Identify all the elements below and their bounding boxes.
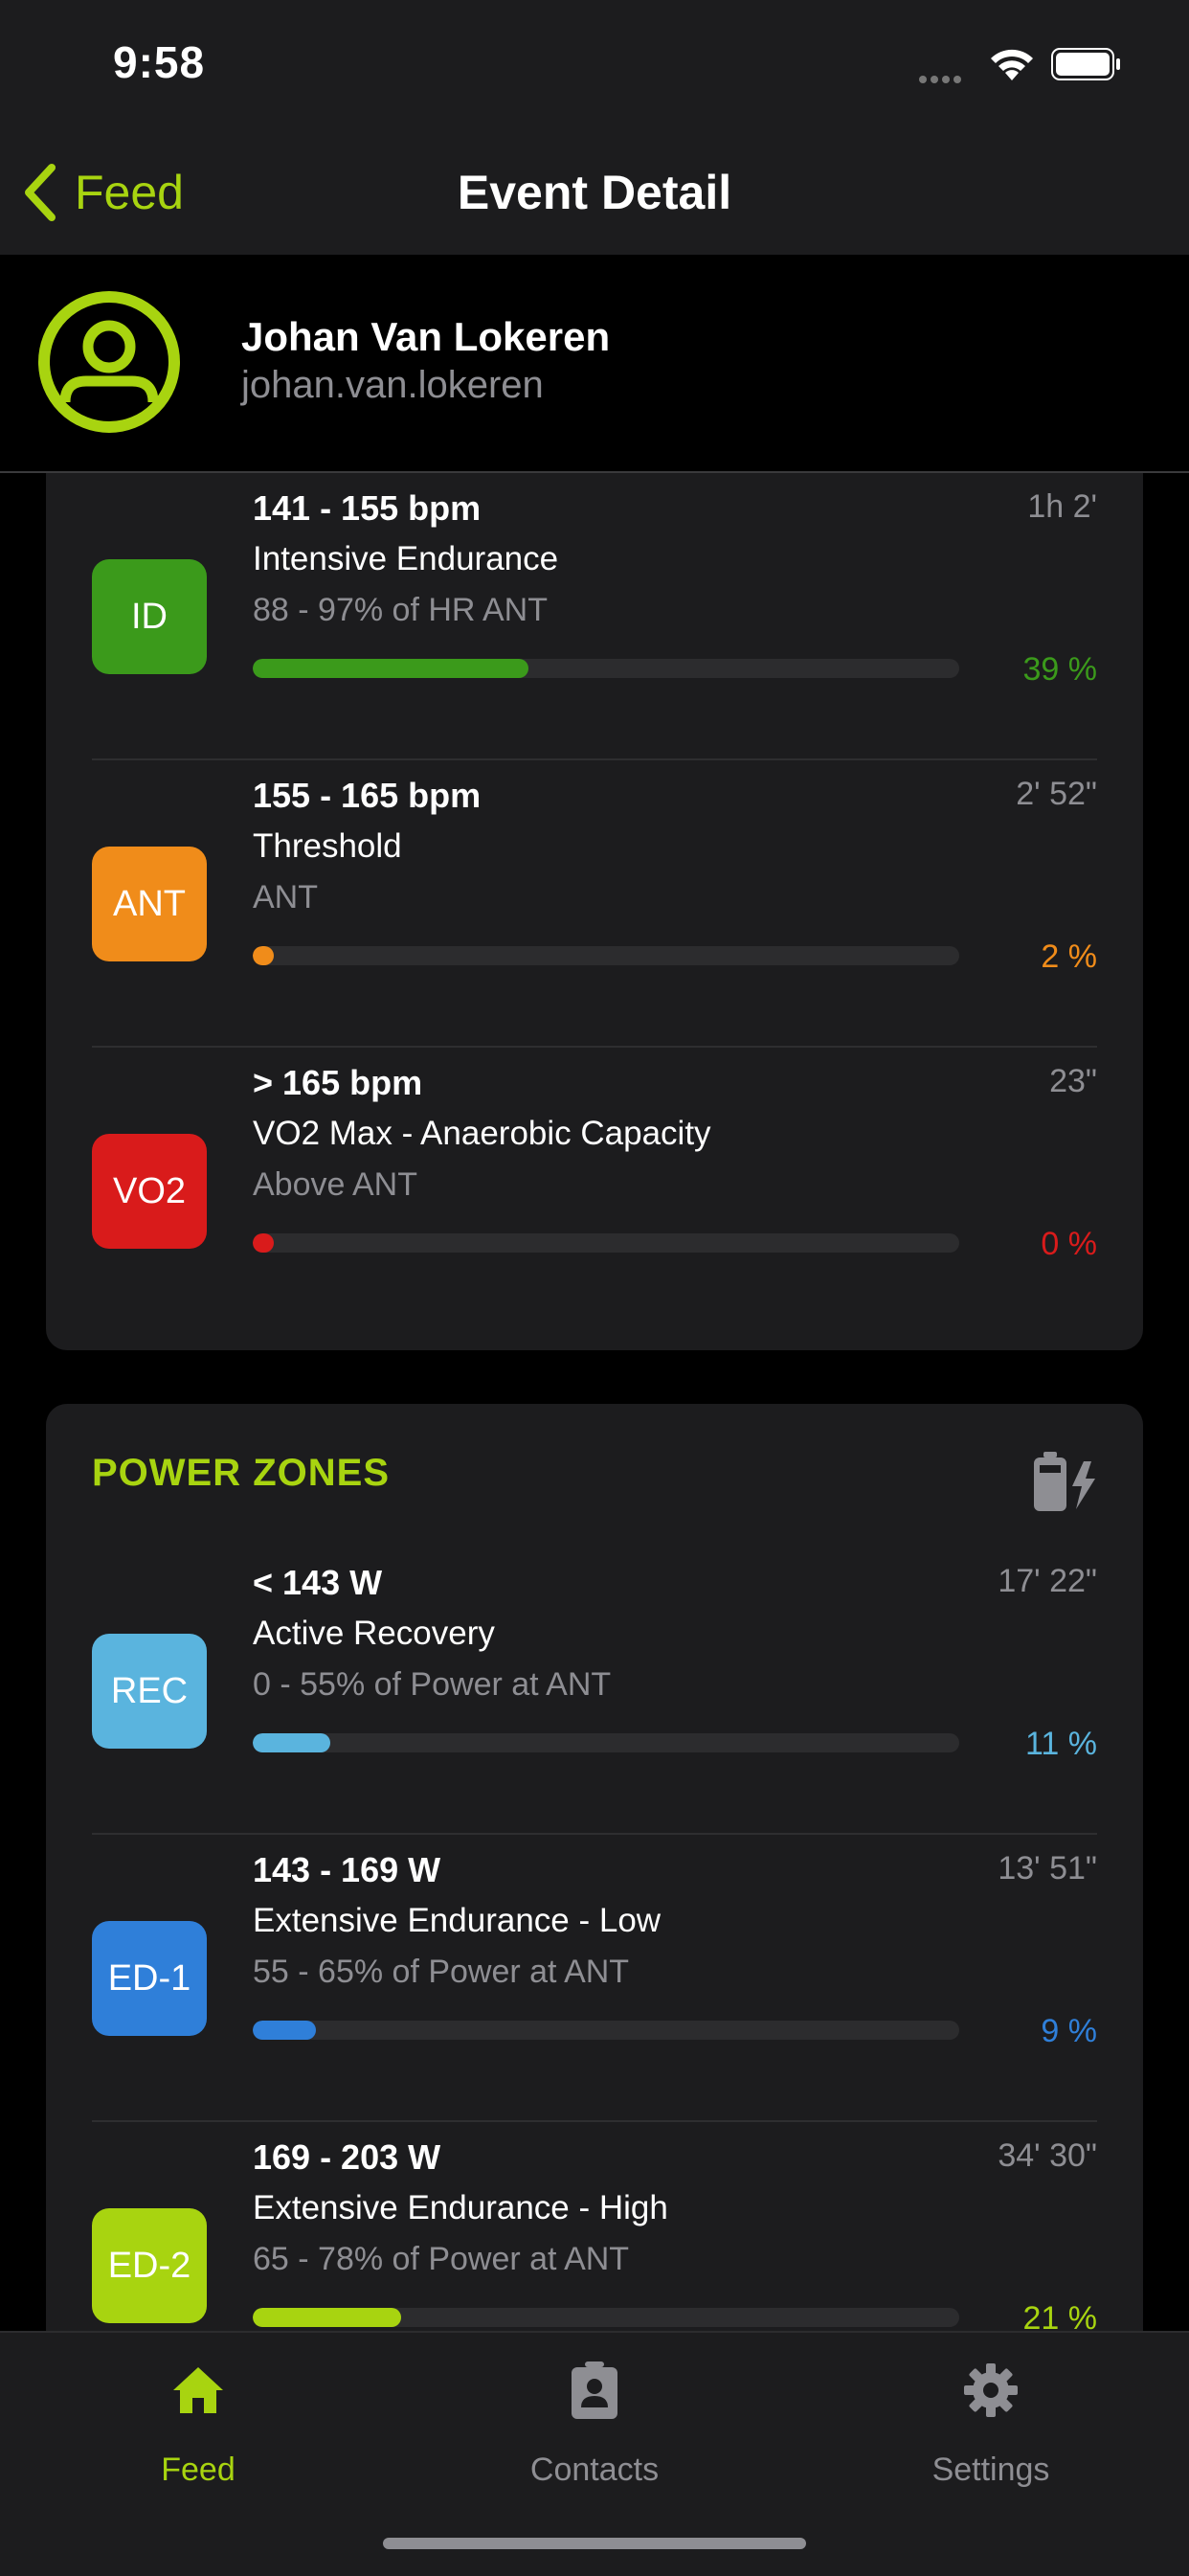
zone-progress-fill: [253, 2308, 401, 2327]
event-detail-content[interactable]: ID 141 - 155 bpm Intensive Endurance 88 …: [0, 473, 1189, 2331]
home-icon: [173, 2367, 223, 2413]
zone-range: < 143 W: [253, 1563, 383, 1602]
tab-label: Contacts: [529, 2452, 660, 2488]
zone-time: 23": [1049, 1063, 1097, 1099]
zone-row: VO2 > 165 bpm VO2 Max - Anaerobic Capaci…: [92, 1048, 1097, 1335]
zone-badge: REC: [92, 1634, 207, 1749]
zone-badge: ANT: [92, 847, 207, 961]
zone-row: ANT 155 - 165 bpm Threshold ANT 2' 52" 2…: [92, 760, 1097, 1048]
zone-badge: ED-2: [92, 2208, 207, 2323]
status-bar: 9:58: [0, 0, 1189, 130]
zone-progress-track: [253, 1233, 959, 1253]
zone-progress-track: [253, 2308, 959, 2327]
zone-time: 2' 52": [1016, 776, 1097, 812]
zone-range: 143 - 169 W: [253, 1850, 441, 1889]
zone-name: Intensive Endurance: [253, 540, 559, 577]
zone-name: Threshold: [253, 827, 402, 865]
zone-name: Extensive Endurance - Low: [253, 1902, 662, 1939]
power-zones-card: POWER ZONES REC < 143 W Active Recovery …: [46, 1404, 1143, 2331]
navigation-bar: Feed Event Detail: [0, 130, 1189, 255]
zone-badge: ED-1: [92, 1921, 207, 2036]
zone-description: 88 - 97% of HR ANT: [253, 592, 549, 628]
zone-description: 65 - 78% of Power at ANT: [253, 2241, 630, 2277]
zone-row: REC < 143 W Active Recovery 0 - 55% of P…: [92, 1548, 1097, 1835]
zone-percent: 2 %: [1041, 938, 1097, 975]
zone-progress-track: [253, 659, 959, 678]
zone-name: Extensive Endurance - High: [253, 2189, 668, 2226]
zone-percent: 9 %: [1041, 2013, 1097, 2049]
zone-percent: 39 %: [1022, 651, 1098, 688]
page-title: Event Detail: [457, 166, 732, 219]
tab-contacts[interactable]: Contacts: [396, 2333, 793, 2496]
zone-percent: 11 %: [1025, 1726, 1097, 1762]
gear-icon: [964, 2363, 1018, 2417]
zone-row: ID 141 - 155 bpm Intensive Endurance 88 …: [92, 473, 1097, 760]
zone-percent: 0 %: [1041, 1226, 1097, 1262]
zone-name: Active Recovery: [253, 1615, 495, 1652]
contact-card-icon: [572, 2361, 617, 2419]
zone-time: 34' 30": [998, 2137, 1097, 2174]
battery-icon: [1051, 48, 1120, 80]
tab-label: Settings: [931, 2452, 1050, 2488]
zone-badge: ID: [92, 559, 207, 674]
zone-time: 13' 51": [998, 1850, 1097, 1887]
zone-range: 169 - 203 W: [253, 2137, 441, 2177]
hr-zones-card: ID 141 - 155 bpm Intensive Endurance 88 …: [46, 473, 1143, 1350]
zone-progress-track: [253, 2021, 959, 2040]
tab-settings[interactable]: Settings: [793, 2333, 1189, 2496]
zone-name: VO2 Max - Anaerobic Capacity: [253, 1115, 711, 1152]
zone-progress-fill: [253, 2021, 317, 2040]
battery-charging-icon: [1034, 1452, 1095, 1511]
profile-header[interactable]: Johan Van Lokeren johan.van.lokeren: [0, 255, 1189, 473]
zone-progress-fill: [253, 1233, 275, 1253]
avatar-icon: [38, 291, 180, 433]
profile-username: johan.van.lokeren: [241, 364, 544, 406]
zone-range: > 165 bpm: [253, 1063, 423, 1102]
zone-description: ANT: [253, 879, 318, 915]
tab-bar: Feed Contacts Settings: [0, 2331, 1189, 2576]
zone-description: Above ANT: [253, 1166, 417, 1203]
cellular-signal-icon: [919, 71, 973, 83]
zone-range: 155 - 165 bpm: [253, 776, 482, 815]
wifi-icon: [991, 49, 1033, 80]
zone-progress-fill: [253, 946, 275, 965]
zone-range: 141 - 155 bpm: [253, 488, 482, 528]
zone-progress-fill: [253, 1733, 331, 1752]
zone-progress-track: [253, 946, 959, 965]
zone-badge: VO2: [92, 1134, 207, 1249]
zone-row: ED-2 169 - 203 W Extensive Endurance - H…: [92, 2122, 1097, 2331]
zone-row: ED-1 143 - 169 W Extensive Endurance - L…: [92, 1835, 1097, 2122]
zone-description: 0 - 55% of Power at ANT: [253, 1666, 612, 1703]
tab-label: Feed: [161, 2452, 236, 2488]
power-zones-title: POWER ZONES: [92, 1452, 391, 1494]
zone-description: 55 - 65% of Power at ANT: [253, 1954, 630, 1990]
status-time: 9:58: [113, 37, 206, 87]
zone-percent: 21 %: [1022, 2300, 1098, 2331]
home-indicator: [383, 2538, 806, 2549]
zone-progress-fill: [253, 659, 528, 678]
zone-time: 1h 2': [1027, 488, 1097, 525]
zone-progress-track: [253, 1733, 959, 1752]
tab-feed[interactable]: Feed: [0, 2333, 396, 2496]
profile-name: Johan Van Lokeren: [241, 314, 611, 359]
zone-time: 17' 22": [998, 1563, 1097, 1599]
